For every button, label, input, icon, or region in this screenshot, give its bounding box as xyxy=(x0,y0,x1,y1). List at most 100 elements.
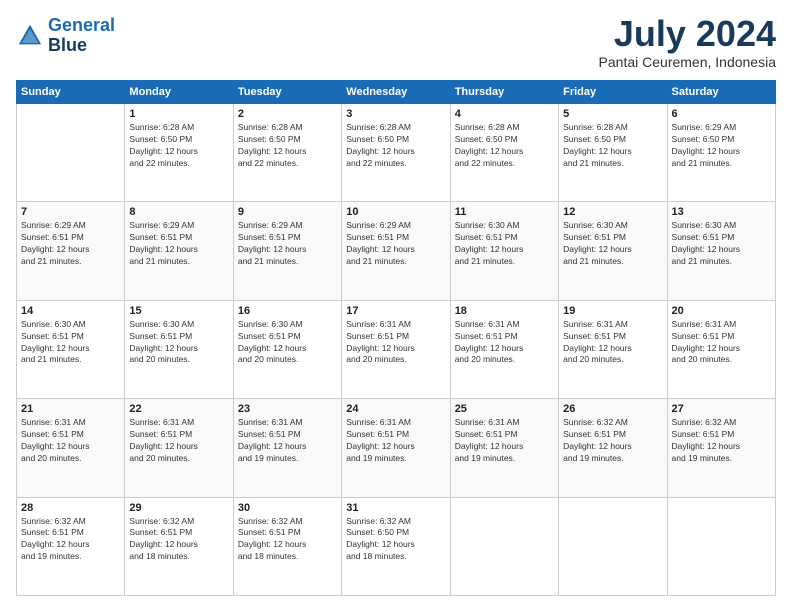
cell-sun-info: Sunrise: 6:31 AM Sunset: 6:51 PM Dayligh… xyxy=(346,417,445,465)
calendar-cell xyxy=(559,497,667,595)
cell-sun-info: Sunrise: 6:29 AM Sunset: 6:51 PM Dayligh… xyxy=(238,220,337,268)
calendar-cell: 1 Sunrise: 6:28 AM Sunset: 6:50 PM Daylig… xyxy=(125,104,233,202)
weekday-header-cell: Monday xyxy=(125,81,233,104)
calendar-cell xyxy=(450,497,558,595)
calendar-cell: 13Sunrise: 6:30 AM Sunset: 6:51 PM Dayli… xyxy=(667,202,775,300)
calendar-cell: 2 Sunrise: 6:28 AM Sunset: 6:50 PM Daylig… xyxy=(233,104,341,202)
calendar-cell: 27 Sunrise: 6:32 AM Sunset: 6:51 PM Dayli… xyxy=(667,399,775,497)
calendar-cell: 10 Sunrise: 6:29 AM Sunset: 6:51 PM Dayli… xyxy=(342,202,450,300)
day-number: 17 xyxy=(346,305,445,317)
calendar-cell: 9 Sunrise: 6:29 AM Sunset: 6:51 PM Daylig… xyxy=(233,202,341,300)
calendar-cell: 3Sunrise: 6:28 AM Sunset: 6:50 PM Daylig… xyxy=(342,104,450,202)
day-number: 10 xyxy=(346,206,445,218)
cell-sun-info: Sunrise: 6:32 AM Sunset: 6:51 PM Dayligh… xyxy=(129,516,228,564)
day-number: 27 xyxy=(672,403,771,415)
month-year: July 2024 xyxy=(599,16,776,52)
calendar-cell xyxy=(17,104,125,202)
weekday-header-cell: Tuesday xyxy=(233,81,341,104)
calendar-cell: 25 Sunrise: 6:31 AM Sunset: 6:51 PM Dayli… xyxy=(450,399,558,497)
cell-sun-info: Sunrise: 6:30 AM Sunset: 6:51 PM Dayligh… xyxy=(21,319,120,367)
day-number: 14 xyxy=(21,305,120,317)
calendar-cell: 6 Sunrise: 6:29 AM Sunset: 6:50 PM Daylig… xyxy=(667,104,775,202)
day-number: 6 xyxy=(672,108,771,120)
location: Pantai Ceuremen, Indonesia xyxy=(599,54,776,70)
calendar-cell: 4 Sunrise: 6:28 AM Sunset: 6:50 PM Daylig… xyxy=(450,104,558,202)
day-number: 1 xyxy=(129,108,228,120)
cell-sun-info: Sunrise: 6:32 AM Sunset: 6:50 PM Dayligh… xyxy=(346,516,445,564)
cell-sun-info: Sunrise: 6:28 AM Sunset: 6:50 PM Dayligh… xyxy=(238,122,337,170)
cell-sun-info: Sunrise: 6:30 AM Sunset: 6:51 PM Dayligh… xyxy=(455,220,554,268)
cell-sun-info: Sunrise: 6:29 AM Sunset: 6:51 PM Dayligh… xyxy=(346,220,445,268)
cell-sun-info: Sunrise: 6:31 AM Sunset: 6:51 PM Dayligh… xyxy=(455,417,554,465)
calendar-cell: 20Sunrise: 6:31 AM Sunset: 6:51 PM Dayli… xyxy=(667,300,775,398)
cell-sun-info: Sunrise: 6:32 AM Sunset: 6:51 PM Dayligh… xyxy=(238,516,337,564)
weekday-header-cell: Wednesday xyxy=(342,81,450,104)
cell-sun-info: Sunrise: 6:31 AM Sunset: 6:51 PM Dayligh… xyxy=(129,417,228,465)
calendar-cell: 29 Sunrise: 6:32 AM Sunset: 6:51 PM Dayli… xyxy=(125,497,233,595)
day-number: 31 xyxy=(346,502,445,514)
day-number: 20 xyxy=(672,305,771,317)
logo-text: General Blue xyxy=(48,16,115,56)
cell-sun-info: Sunrise: 6:31 AM Sunset: 6:51 PM Dayligh… xyxy=(455,319,554,367)
cell-sun-info: Sunrise: 6:29 AM Sunset: 6:50 PM Dayligh… xyxy=(672,122,771,170)
day-number: 4 xyxy=(455,108,554,120)
cell-sun-info: Sunrise: 6:28 AM Sunset: 6:50 PM Dayligh… xyxy=(129,122,228,170)
calendar-body: 1 Sunrise: 6:28 AM Sunset: 6:50 PM Daylig… xyxy=(17,104,776,596)
calendar-cell xyxy=(667,497,775,595)
weekday-header-cell: Saturday xyxy=(667,81,775,104)
day-number: 16 xyxy=(238,305,337,317)
cell-sun-info: Sunrise: 6:32 AM Sunset: 6:51 PM Dayligh… xyxy=(563,417,662,465)
calendar-cell: 18 Sunrise: 6:31 AM Sunset: 6:51 PM Dayli… xyxy=(450,300,558,398)
cell-sun-info: Sunrise: 6:30 AM Sunset: 6:51 PM Dayligh… xyxy=(238,319,337,367)
title-section: July 2024 Pantai Ceuremen, Indonesia xyxy=(599,16,776,70)
cell-sun-info: Sunrise: 6:28 AM Sunset: 6:50 PM Dayligh… xyxy=(455,122,554,170)
calendar-row: 28 Sunrise: 6:32 AM Sunset: 6:51 PM Dayli… xyxy=(17,497,776,595)
day-number: 24 xyxy=(346,403,445,415)
weekday-header-row: SundayMondayTuesdayWednesdayThursdayFrid… xyxy=(17,81,776,104)
day-number: 8 xyxy=(129,206,228,218)
calendar-cell: 17 Sunrise: 6:31 AM Sunset: 6:51 PM Dayli… xyxy=(342,300,450,398)
calendar-cell: 30 Sunrise: 6:32 AM Sunset: 6:51 PM Dayli… xyxy=(233,497,341,595)
day-number: 9 xyxy=(238,206,337,218)
weekday-header-cell: Thursday xyxy=(450,81,558,104)
day-number: 3 xyxy=(346,108,445,120)
calendar-cell: 14 Sunrise: 6:30 AM Sunset: 6:51 PM Dayli… xyxy=(17,300,125,398)
day-number: 30 xyxy=(238,502,337,514)
cell-sun-info: Sunrise: 6:30 AM Sunset: 6:51 PM Dayligh… xyxy=(672,220,771,268)
cell-sun-info: Sunrise: 6:29 AM Sunset: 6:51 PM Dayligh… xyxy=(129,220,228,268)
cell-sun-info: Sunrise: 6:32 AM Sunset: 6:51 PM Dayligh… xyxy=(21,516,120,564)
page: General Blue July 2024 Pantai Ceuremen, … xyxy=(0,0,792,612)
calendar-row: 1 Sunrise: 6:28 AM Sunset: 6:50 PM Daylig… xyxy=(17,104,776,202)
day-number: 23 xyxy=(238,403,337,415)
logo: General Blue xyxy=(16,16,115,56)
day-number: 18 xyxy=(455,305,554,317)
calendar-cell: 26 Sunrise: 6:32 AM Sunset: 6:51 PM Dayli… xyxy=(559,399,667,497)
calendar-cell: 21Sunrise: 6:31 AM Sunset: 6:51 PM Dayli… xyxy=(17,399,125,497)
cell-sun-info: Sunrise: 6:30 AM Sunset: 6:51 PM Dayligh… xyxy=(129,319,228,367)
day-number: 11 xyxy=(455,206,554,218)
cell-sun-info: Sunrise: 6:31 AM Sunset: 6:51 PM Dayligh… xyxy=(238,417,337,465)
calendar-row: 14 Sunrise: 6:30 AM Sunset: 6:51 PM Dayli… xyxy=(17,300,776,398)
day-number: 2 xyxy=(238,108,337,120)
day-number: 25 xyxy=(455,403,554,415)
calendar-cell: 24 Sunrise: 6:31 AM Sunset: 6:51 PM Dayli… xyxy=(342,399,450,497)
calendar-cell: 23 Sunrise: 6:31 AM Sunset: 6:51 PM Dayli… xyxy=(233,399,341,497)
calendar-row: 21Sunrise: 6:31 AM Sunset: 6:51 PM Dayli… xyxy=(17,399,776,497)
cell-sun-info: Sunrise: 6:28 AM Sunset: 6:50 PM Dayligh… xyxy=(563,122,662,170)
day-number: 29 xyxy=(129,502,228,514)
calendar-cell: 11 Sunrise: 6:30 AM Sunset: 6:51 PM Dayli… xyxy=(450,202,558,300)
cell-sun-info: Sunrise: 6:31 AM Sunset: 6:51 PM Dayligh… xyxy=(21,417,120,465)
cell-sun-info: Sunrise: 6:31 AM Sunset: 6:51 PM Dayligh… xyxy=(346,319,445,367)
calendar-cell: 5Sunrise: 6:28 AM Sunset: 6:50 PM Daylig… xyxy=(559,104,667,202)
calendar-cell: 8 Sunrise: 6:29 AM Sunset: 6:51 PM Daylig… xyxy=(125,202,233,300)
weekday-header-cell: Friday xyxy=(559,81,667,104)
calendar-table: SundayMondayTuesdayWednesdayThursdayFrid… xyxy=(16,80,776,596)
calendar-row: 7Sunrise: 6:29 AM Sunset: 6:51 PM Daylig… xyxy=(17,202,776,300)
calendar-cell: 19Sunrise: 6:31 AM Sunset: 6:51 PM Dayli… xyxy=(559,300,667,398)
cell-sun-info: Sunrise: 6:32 AM Sunset: 6:51 PM Dayligh… xyxy=(672,417,771,465)
day-number: 28 xyxy=(21,502,120,514)
calendar-cell: 31 Sunrise: 6:32 AM Sunset: 6:50 PM Dayli… xyxy=(342,497,450,595)
day-number: 26 xyxy=(563,403,662,415)
day-number: 22 xyxy=(129,403,228,415)
cell-sun-info: Sunrise: 6:30 AM Sunset: 6:51 PM Dayligh… xyxy=(563,220,662,268)
